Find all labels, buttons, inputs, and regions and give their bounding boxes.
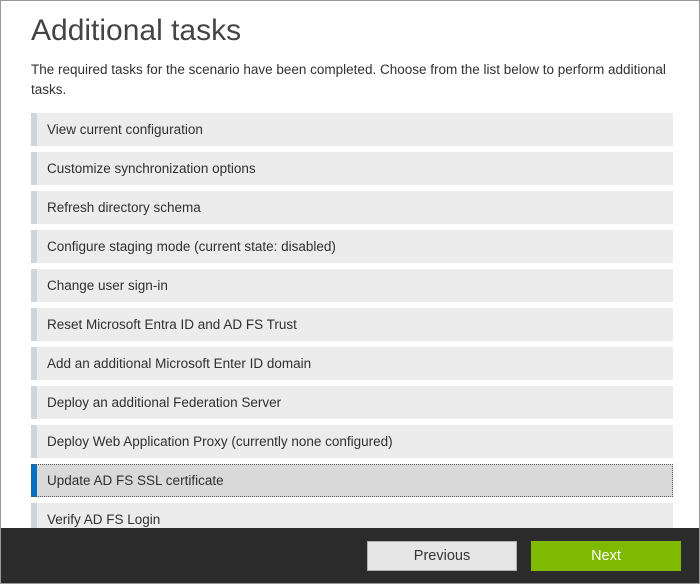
task-label: Reset Microsoft Entra ID and AD FS Trust bbox=[37, 308, 673, 341]
previous-button[interactable]: Previous bbox=[367, 541, 517, 571]
task-item[interactable]: Change user sign-in bbox=[31, 269, 673, 302]
task-label: View current configuration bbox=[37, 113, 673, 146]
task-item[interactable]: Reset Microsoft Entra ID and AD FS Trust bbox=[31, 308, 673, 341]
task-item[interactable]: Add an additional Microsoft Enter ID dom… bbox=[31, 347, 673, 380]
task-label: Refresh directory schema bbox=[37, 191, 673, 224]
task-item[interactable]: Deploy an additional Federation Server bbox=[31, 386, 673, 419]
task-label: Deploy Web Application Proxy (currently … bbox=[37, 425, 673, 458]
task-item[interactable]: View current configuration bbox=[31, 113, 673, 146]
task-label: Configure staging mode (current state: d… bbox=[37, 230, 673, 263]
task-list: View current configuration Customize sync… bbox=[31, 113, 673, 528]
task-item[interactable]: Update AD FS SSL certificate bbox=[31, 464, 673, 497]
task-label: Change user sign-in bbox=[37, 269, 673, 302]
task-label: Add an additional Microsoft Enter ID dom… bbox=[37, 347, 673, 380]
task-item[interactable]: Customize synchronization options bbox=[31, 152, 673, 185]
page-description: The required tasks for the scenario have… bbox=[31, 60, 673, 99]
footer-bar: Previous Next bbox=[1, 528, 699, 583]
next-button[interactable]: Next bbox=[531, 541, 681, 571]
task-label: Verify AD FS Login bbox=[37, 503, 673, 528]
task-label: Customize synchronization options bbox=[37, 152, 673, 185]
task-item[interactable]: Configure staging mode (current state: d… bbox=[31, 230, 673, 263]
task-label: Deploy an additional Federation Server bbox=[37, 386, 673, 419]
main-content: Additional tasks The required tasks for … bbox=[1, 1, 699, 528]
task-label: Update AD FS SSL certificate bbox=[37, 464, 673, 497]
task-item[interactable]: Verify AD FS Login bbox=[31, 503, 673, 528]
task-item[interactable]: Refresh directory schema bbox=[31, 191, 673, 224]
task-item[interactable]: Deploy Web Application Proxy (currently … bbox=[31, 425, 673, 458]
page-title: Additional tasks bbox=[31, 14, 673, 48]
